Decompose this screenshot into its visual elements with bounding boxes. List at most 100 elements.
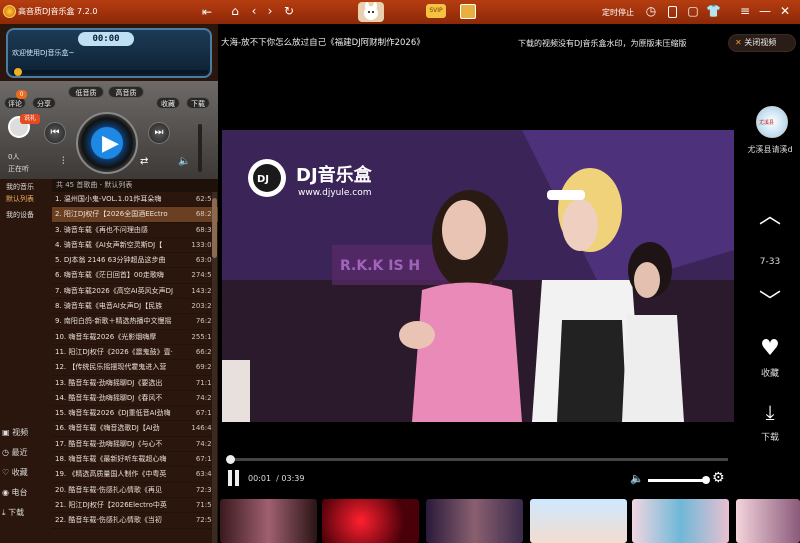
skin-icon[interactable]: 👕 (706, 4, 721, 18)
list-item[interactable]: 15. 嗨音车载2026《DJ重低音AI劲嗨 67:19 (52, 406, 218, 422)
download-icon[interactable]: ⤓ (756, 400, 784, 424)
watermark-url: www.djyule.com (298, 188, 371, 198)
next-icon[interactable]: ⏭ (148, 122, 170, 144)
timer-label[interactable]: 定时停止 (602, 7, 634, 18)
volume-icon[interactable]: 🔈 (630, 472, 644, 485)
song-title: 15. 嗨音车载2026《DJ重低音AI劲嗨 (55, 406, 187, 421)
scrollbar-thumb[interactable] (212, 198, 217, 258)
song-name: 酷音车载-劲嗨摇聊DJ《与心不 (68, 439, 163, 448)
mascot-icon[interactable] (358, 2, 384, 22)
sidebar-item-radio[interactable]: ◉ 电台 (2, 487, 28, 498)
related-video-thumb[interactable] (322, 499, 419, 543)
list-item[interactable]: 4. 骑音车载《AI女声新空灵斯DJ【 133:02 (52, 238, 218, 254)
list-item[interactable]: 7. 嗨音车载2026《高空AI英风女声DJ 143:23 (52, 284, 218, 300)
list-item[interactable]: 11. 阳江DJ权仔《2026《震鬼鼓》壹· 66:21 (52, 345, 218, 361)
song-name: 阳江DJ权仔【2026全国酒EEctro (63, 210, 168, 219)
previous-icon[interactable]: ⏮ (44, 122, 66, 144)
refresh-icon[interactable]: ↻ (282, 4, 296, 18)
back-icon[interactable]: ‹ (248, 4, 260, 18)
volume-slider[interactable] (198, 124, 202, 172)
list-item[interactable]: 10. 嗨音车载2026《光影烟嗨摩 255:12 (52, 330, 218, 345)
related-video-thumb[interactable] (736, 499, 800, 543)
song-number: 5. (55, 256, 62, 265)
heart-icon[interactable]: ♥ (756, 336, 784, 361)
favorite-button[interactable]: 收藏 (156, 97, 180, 109)
chevron-up-icon[interactable]: ︿ (756, 198, 784, 230)
list-item[interactable]: 1. 温州国小鬼-VOL.1.01炸耳朵嗨 62:58 (52, 192, 218, 208)
volume-knob[interactable] (702, 476, 710, 484)
low-quality-button[interactable]: 低音质 (68, 86, 104, 98)
song-name: 骑音车载《AI女声新空灵斯DJ【 (63, 240, 163, 249)
right-favorite-label[interactable]: 收藏 (754, 366, 786, 379)
related-video-thumb[interactable] (530, 499, 627, 543)
related-video-thumb[interactable] (220, 499, 317, 543)
uploader-avatar[interactable]: 尤溪县 (756, 106, 788, 138)
forward-icon[interactable]: › (264, 4, 276, 18)
sidebar-default-list[interactable]: 默认列表 (6, 194, 34, 204)
close-icon[interactable]: ✕ (778, 4, 792, 18)
list-item[interactable]: 19. 《精选高质量国人制作《中粤英 63:48 (52, 467, 218, 483)
song-title: 12. 【传统民乐摇摆现代霍鬼进入营 (55, 360, 187, 375)
high-quality-button[interactable]: 高音质 (108, 86, 144, 98)
svip-icon[interactable]: SVIP (426, 4, 446, 18)
app-title: 高音质DJ音乐盒 7.2.0 (18, 7, 98, 16)
related-video-thumb[interactable] (426, 499, 523, 543)
video-player[interactable]: R.K.K IS H DJ DJ音乐盒 www.djyule.com (222, 130, 734, 422)
playlist-scrollbar[interactable] (212, 192, 217, 543)
minimize-icon[interactable]: — (758, 4, 772, 18)
song-number: 19. (55, 470, 67, 479)
sidebar-my-music[interactable]: 我的音乐 (6, 182, 34, 192)
list-item[interactable]: 16. 嗨音车载《嗨音选歌DJ【AI劲 146:41 (52, 421, 218, 437)
list-item[interactable]: 17. 酷音车载-劲嗨摇聊DJ《与心不 74:29 (52, 437, 218, 453)
lcd-seek-knob[interactable] (14, 68, 22, 76)
sidebar-my-device[interactable]: 我的设备 (6, 210, 34, 220)
play-button[interactable]: ▶ (76, 112, 138, 174)
volume-icon[interactable]: 🔈 (178, 156, 190, 167)
uploader-name[interactable]: 尤溪县请溪d (740, 144, 800, 155)
gift-icon[interactable] (460, 4, 476, 19)
chevron-down-icon[interactable]: ﹀ (756, 284, 784, 316)
exit-icon[interactable]: ⇤ (200, 5, 214, 19)
sidebar-item-video[interactable]: ▣ 视频 (2, 427, 28, 438)
share-button[interactable]: 分享 (32, 97, 56, 109)
list-item[interactable]: 12. 【传统民乐摇摆现代霍鬼进入营 69:25 (52, 360, 218, 376)
video-progress-bar[interactable] (230, 458, 728, 461)
list-item[interactable]: 9. 南阳白鸽-新歌＋精选热播中文慢摇 76:27 (52, 314, 218, 330)
gift-badge: 说礼 (20, 114, 40, 124)
list-item[interactable]: 6. 嗨音车载《茫日回首】00走歌嗨 274:57 (52, 268, 218, 284)
sidebar-item-download[interactable]: ⤓ 下载 (2, 507, 24, 518)
list-item[interactable]: 8. 骑音车载《电音AI女声DJ【民族 203:26 (52, 299, 218, 315)
right-download-label[interactable]: 下载 (754, 430, 786, 443)
phone-icon[interactable] (668, 6, 677, 18)
screen-icon[interactable]: ▢ (686, 4, 700, 18)
song-name: 酷音车载-劲嗨摇聊DJ《要选出 (68, 378, 163, 387)
list-item[interactable]: 2. 阳江DJ权仔【2026全国酒EEctro 68:20 (52, 207, 218, 223)
song-number: 11. (55, 347, 67, 356)
list-item[interactable]: 18. 嗨音车载《最新好听车载超心嗨 67:14 (52, 452, 218, 468)
menu-icon[interactable]: ≡ (738, 4, 752, 18)
equalizer-icon[interactable]: ⫶ (62, 156, 65, 167)
listener-count: 0人 (8, 153, 20, 161)
close-video-button[interactable]: ✕ 关闭视频 (728, 34, 796, 52)
sidebar-item-recent[interactable]: ◷ 最近 (2, 447, 28, 458)
list-item[interactable]: 22. 酷音车载-伤感扎心情歌《当初 72:54 (52, 513, 218, 529)
loop-icon[interactable]: ⇄ (140, 156, 148, 167)
settings-icon[interactable]: ⚙ (712, 470, 725, 486)
list-item[interactable]: 5. DJ本翁 2146 63分钟超品这步曲 63:02 (52, 253, 218, 269)
clock-icon[interactable]: ◷ (644, 4, 658, 18)
song-title: 16. 嗨音车载《嗨音选歌DJ【AI劲 (55, 421, 187, 436)
related-video-thumb[interactable] (632, 499, 729, 543)
list-item[interactable]: 14. 酷音车载-劲嗨摇聊DJ《春风不 74:29 (52, 391, 218, 407)
lcd-seek-bar[interactable] (12, 70, 208, 74)
home-icon[interactable]: ⌂ (228, 4, 242, 18)
list-item[interactable]: 3. 骑音车载《再也不问理由感 68:38 (52, 223, 218, 238)
download-button[interactable]: 下载 (186, 97, 210, 109)
list-item[interactable]: 13. 酷音车载-劲嗨摇聊DJ《要选出 71:13 (52, 376, 218, 391)
list-item[interactable]: 20. 酷音车载-伤感扎心情歌《再见 72:33 (52, 483, 218, 498)
close-icon: ✕ (735, 38, 742, 47)
video-progress-knob[interactable] (226, 455, 235, 464)
sidebar-item-favorite[interactable]: ♡ 收藏 (2, 467, 28, 478)
list-item[interactable]: 21. 阳江DJ权仔【2026Electro中英 71:59 (52, 498, 218, 514)
pause-button[interactable] (226, 470, 240, 486)
video-title: 大海-放不下你怎么放过自己《福建DJ阿财制作2026》 (221, 38, 425, 48)
